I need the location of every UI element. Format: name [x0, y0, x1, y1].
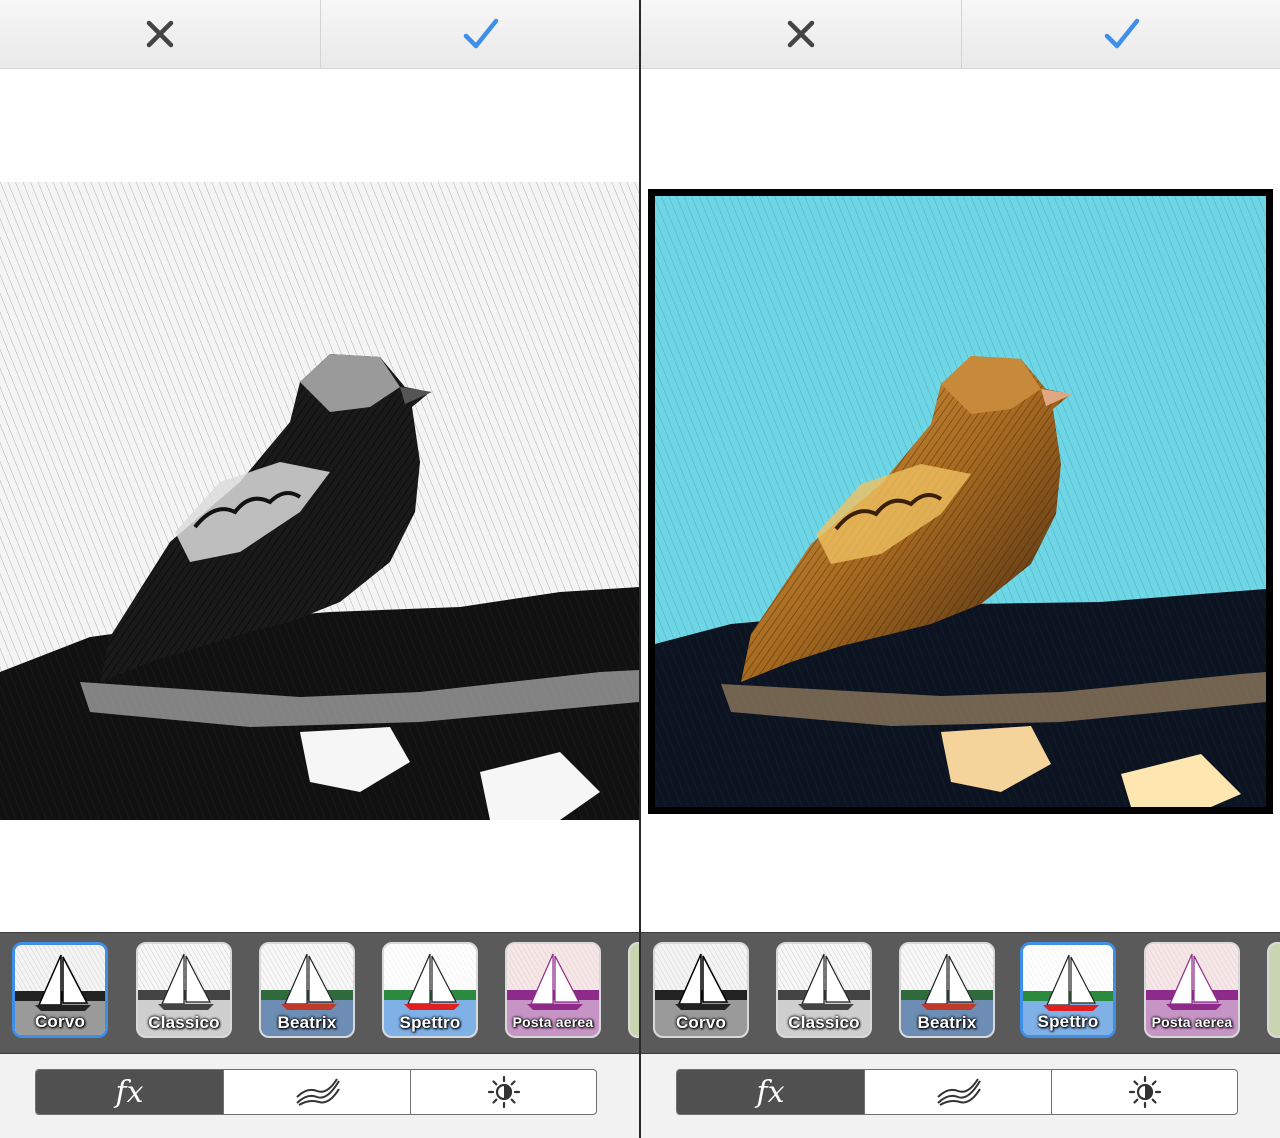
editor-panel-right: Corvo Classico Beatrix Spettro Posta aer… — [641, 0, 1280, 1138]
waves-icon — [295, 1078, 340, 1106]
photo-preview — [641, 184, 1280, 824]
close-icon — [787, 20, 814, 48]
filter-label: Posta aerea — [512, 1014, 594, 1030]
sparrow-photo — [641, 184, 1280, 824]
filter-label: Classico — [788, 1013, 860, 1032]
filter-tile-partial[interactable] — [1267, 942, 1280, 1038]
effects-tab[interactable]: fx — [36, 1070, 223, 1114]
checkmark-icon — [463, 18, 498, 49]
filter-tile[interactable]: Beatrix — [899, 942, 995, 1038]
sparrow-photo — [0, 182, 639, 820]
bottom-toolbar: fx — [641, 1054, 1280, 1138]
mode-segmented-control: fx — [676, 1069, 1238, 1115]
close-icon — [146, 20, 173, 48]
filter-tile[interactable]: Corvo — [653, 942, 749, 1038]
filter-label: Beatrix — [277, 1013, 337, 1032]
top-bar — [641, 0, 1280, 69]
brightness-icon — [1128, 1075, 1162, 1109]
filter-label: Classico — [148, 1013, 220, 1032]
filter-tile[interactable]: Posta aerea — [505, 942, 601, 1038]
filter-tile[interactable]: Beatrix — [259, 942, 355, 1038]
filter-tile[interactable]: Spettro — [382, 942, 478, 1038]
texture-tab[interactable] — [864, 1070, 1052, 1114]
sailboat-thumbnail — [1269, 944, 1280, 1036]
bottom-toolbar: fx — [0, 1054, 639, 1138]
effects-tab[interactable]: fx — [677, 1070, 864, 1114]
waves-icon — [936, 1078, 981, 1106]
cancel-button[interactable] — [0, 0, 319, 68]
editor-panel-left: Corvo Classico Beatrix Spettro Posta aer… — [0, 0, 639, 1138]
checkmark-icon — [1104, 18, 1139, 49]
cancel-button[interactable] — [641, 0, 960, 68]
photo-preview — [0, 182, 639, 820]
adjust-tab[interactable] — [410, 1070, 596, 1114]
filter-strip: Corvo Classico Beatrix Spettro Posta aer… — [0, 932, 639, 1054]
mode-segmented-control: fx — [35, 1069, 597, 1115]
filter-label: Beatrix — [917, 1013, 977, 1032]
adjust-tab[interactable] — [1051, 1070, 1237, 1114]
brightness-icon — [487, 1075, 521, 1109]
filter-tile-partial[interactable] — [628, 942, 639, 1038]
filter-label: Posta aerea — [1151, 1014, 1233, 1030]
confirm-button[interactable] — [321, 0, 639, 68]
fx-label: fx — [115, 1074, 144, 1110]
filter-label: Spettro — [1037, 1012, 1099, 1031]
filter-label: Spettro — [399, 1013, 461, 1032]
filter-label: Corvo — [34, 1012, 86, 1031]
filter-tile[interactable]: Posta aerea — [1144, 942, 1240, 1038]
filter-tile[interactable]: Spettro — [1020, 942, 1116, 1038]
filter-label: Corvo — [675, 1013, 727, 1032]
filter-strip: Corvo Classico Beatrix Spettro Posta aer… — [641, 932, 1280, 1054]
filter-tile[interactable]: Corvo — [12, 942, 108, 1038]
confirm-button[interactable] — [962, 0, 1280, 68]
texture-tab[interactable] — [223, 1070, 411, 1114]
filter-tile[interactable]: Classico — [776, 942, 872, 1038]
fx-label: fx — [756, 1074, 785, 1110]
sailboat-thumbnail — [630, 944, 639, 1036]
filter-tile[interactable]: Classico — [136, 942, 232, 1038]
top-bar — [0, 0, 639, 69]
